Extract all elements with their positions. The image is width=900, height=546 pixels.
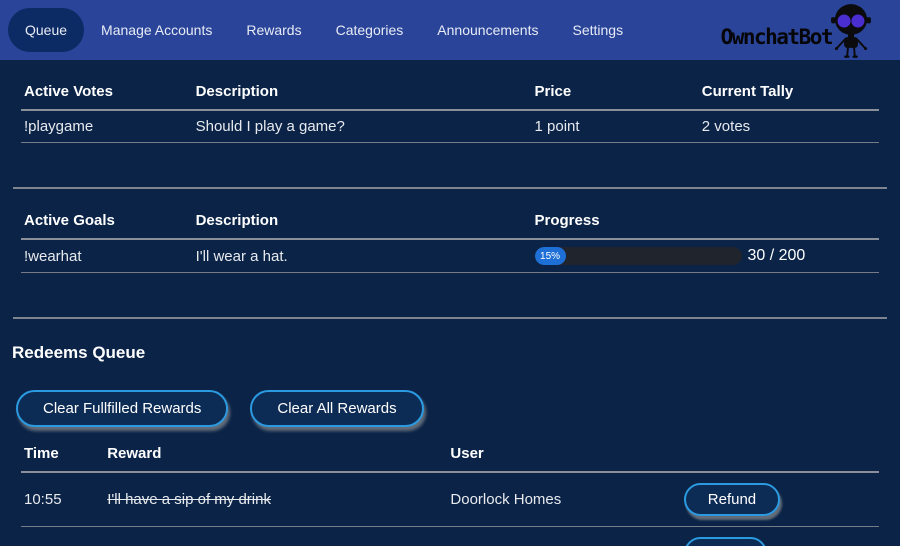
tab-queue[interactable]: Queue: [8, 8, 84, 52]
tab-manage-accounts[interactable]: Manage Accounts: [84, 8, 229, 52]
progress-value: 30 / 200: [748, 247, 806, 265]
redeems-header-user: User: [447, 437, 680, 472]
goals-header-progress: Progress: [532, 204, 880, 239]
navbar: Queue Manage Accounts Rewards Categories…: [0, 0, 900, 60]
votes-header-command: Active Votes: [21, 75, 193, 110]
redeem-row: 12:10 I'll have a sip of my drink Cornel…: [21, 527, 879, 546]
redeems-header-action: [681, 437, 879, 472]
redeems-header-reward: Reward: [104, 437, 447, 472]
clear-fulfilled-rewards-button[interactable]: Clear Fullfilled Rewards: [16, 390, 228, 427]
redeems-header-time: Time: [21, 437, 104, 472]
redeem-user: Cornelius Burns: [447, 527, 680, 546]
goal-description: I'll wear a hat.: [193, 239, 532, 273]
votes-header-price: Price: [532, 75, 699, 110]
tab-rewards[interactable]: Rewards: [229, 8, 318, 52]
votes-header-description: Description: [193, 75, 532, 110]
redeem-action-cell: Refund: [681, 472, 879, 527]
vote-row: !playgame Should I play a game? 1 point …: [21, 110, 879, 143]
redeem-time: 10:55: [21, 472, 104, 527]
tab-announcements[interactable]: Announcements: [420, 8, 555, 52]
progress-bar-fill: 15%: [535, 247, 566, 265]
vote-command: !playgame: [21, 110, 193, 143]
goals-header-description: Description: [193, 204, 532, 239]
vote-price: 1 point: [532, 110, 699, 143]
tab-settings[interactable]: Settings: [555, 8, 640, 52]
fulfill-button[interactable]: Fulfill: [684, 537, 767, 546]
redeems-queue-title: Redeems Queue: [12, 343, 900, 363]
redeem-reward: I'll have a sip of my drink: [104, 472, 447, 527]
redeems-queue-table-wrap: Time Reward User 10:55 I'll have a sip o…: [13, 437, 887, 546]
refund-button[interactable]: Refund: [684, 483, 780, 516]
goal-row: !wearhat I'll wear a hat. 15% 30 / 200: [21, 239, 879, 273]
tab-categories[interactable]: Categories: [319, 8, 421, 52]
progress-bar-track: 15%: [535, 247, 742, 265]
redeem-reward: I'll have a sip of my drink: [104, 527, 447, 546]
redeem-time: 12:10: [21, 527, 104, 546]
active-votes-table: Active Votes Description Price Current T…: [21, 75, 879, 143]
vote-tally: 2 votes: [699, 110, 879, 143]
active-goals-section: Active Goals Description Progress !wearh…: [13, 189, 887, 319]
goal-progress-cell: 15% 30 / 200: [532, 239, 880, 273]
logo-text: OwnchatBot: [721, 25, 832, 49]
active-goals-table: Active Goals Description Progress !wearh…: [21, 204, 879, 273]
robot-icon: [828, 3, 874, 59]
redeem-row: 10:55 I'll have a sip of my drink Doorlo…: [21, 472, 879, 527]
redeems-queue-table: Time Reward User 10:55 I'll have a sip o…: [21, 437, 879, 546]
vote-description: Should I play a game?: [193, 110, 532, 143]
redeem-action-cell: Fulfill: [681, 527, 879, 546]
active-votes-section: Active Votes Description Price Current T…: [13, 60, 887, 189]
redeem-reward-text: I'll have a sip of my drink: [107, 491, 271, 508]
redeems-queue-actions: Clear Fullfilled Rewards Clear All Rewar…: [16, 390, 900, 427]
nav-tabs: Queue Manage Accounts Rewards Categories…: [8, 8, 640, 52]
clear-all-rewards-button[interactable]: Clear All Rewards: [250, 390, 423, 427]
redeem-user: Doorlock Homes: [447, 472, 680, 527]
goals-header-command: Active Goals: [21, 204, 193, 239]
goal-command: !wearhat: [21, 239, 193, 273]
app-logo: OwnchatBot: [721, 1, 900, 59]
votes-header-tally: Current Tally: [699, 75, 879, 110]
